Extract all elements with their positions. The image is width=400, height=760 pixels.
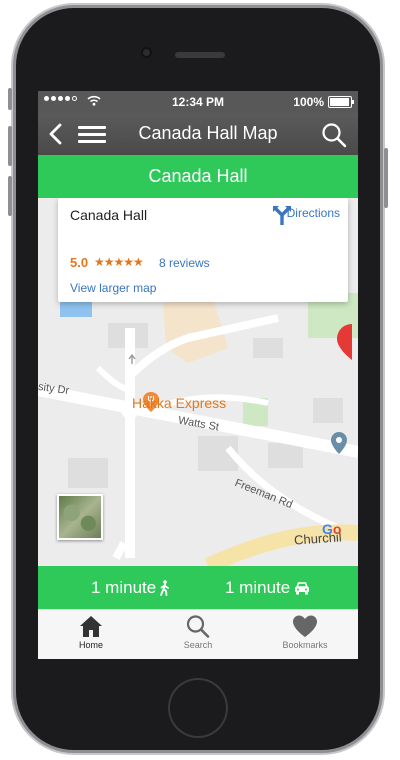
battery-percent: 100% xyxy=(293,95,324,109)
page-title: Canada Hall xyxy=(38,155,358,198)
battery-indicator: 100% xyxy=(293,95,354,109)
rating-value: 5.0 xyxy=(70,255,89,270)
location-marker-icon[interactable] xyxy=(330,431,348,455)
home-button[interactable] xyxy=(170,680,226,736)
home-icon xyxy=(80,616,102,637)
volume-down-button xyxy=(8,176,12,216)
rating-stars: ★★★★★ xyxy=(94,255,144,269)
heart-icon xyxy=(293,615,317,637)
front-camera xyxy=(141,47,152,58)
tab-bookmarks[interactable]: Bookmarks xyxy=(265,614,345,650)
car-icon xyxy=(295,582,310,595)
tab-search-label: Search xyxy=(183,640,213,650)
power-button xyxy=(384,148,388,208)
place-name: Canada Hall xyxy=(70,207,148,223)
google-logo: Go xyxy=(322,521,342,537)
nav-title: Canada Hall Map xyxy=(138,123,278,143)
reviews-link[interactable]: 8 reviews xyxy=(159,256,210,270)
place-info-card: Canada Hall Directions 5.0 ★★★★★ 8 revie… xyxy=(58,198,348,302)
mute-switch xyxy=(8,88,12,110)
back-arrow-icon[interactable] xyxy=(44,121,68,147)
directions-button[interactable]: Directions xyxy=(270,204,340,225)
app-screen: 12:34 PM 100% Canada Hall Map Canada Hal… xyxy=(38,91,358,659)
place-marker-icon[interactable] xyxy=(336,323,354,361)
hamburger-menu-icon[interactable] xyxy=(78,123,106,145)
tab-home[interactable]: Home xyxy=(51,614,131,650)
tab-bookmarks-label: Bookmarks xyxy=(282,640,328,650)
walk-time: 1 minute xyxy=(91,578,170,598)
map-view[interactable]: sity Dr Watts St Freeman Rd Churchil Hak… xyxy=(38,198,358,566)
view-larger-map-link[interactable]: View larger map xyxy=(70,281,156,295)
search-icon[interactable] xyxy=(320,121,348,149)
drive-time-value: 1 minute xyxy=(225,578,291,597)
directions-icon xyxy=(272,205,292,225)
satellite-toggle-button[interactable] xyxy=(57,494,103,540)
nav-bar: Canada Hall Map xyxy=(38,113,358,155)
tab-search[interactable]: Search xyxy=(158,614,238,650)
search-icon xyxy=(186,615,210,638)
status-bar: 12:34 PM 100% xyxy=(38,91,358,113)
tab-bar: Home Search Bookmarks xyxy=(38,609,358,659)
volume-up-button xyxy=(8,126,12,166)
tab-home-label: Home xyxy=(78,640,103,650)
earpiece-speaker xyxy=(175,52,225,58)
walk-time-value: 1 minute xyxy=(91,578,157,597)
poi-label-hakka[interactable]: Hakka Express xyxy=(132,395,226,411)
walking-icon xyxy=(160,580,170,596)
travel-time-bar: 1 minute 1 minute xyxy=(38,566,358,609)
drive-time: 1 minute xyxy=(225,578,310,598)
battery-icon xyxy=(328,96,354,108)
